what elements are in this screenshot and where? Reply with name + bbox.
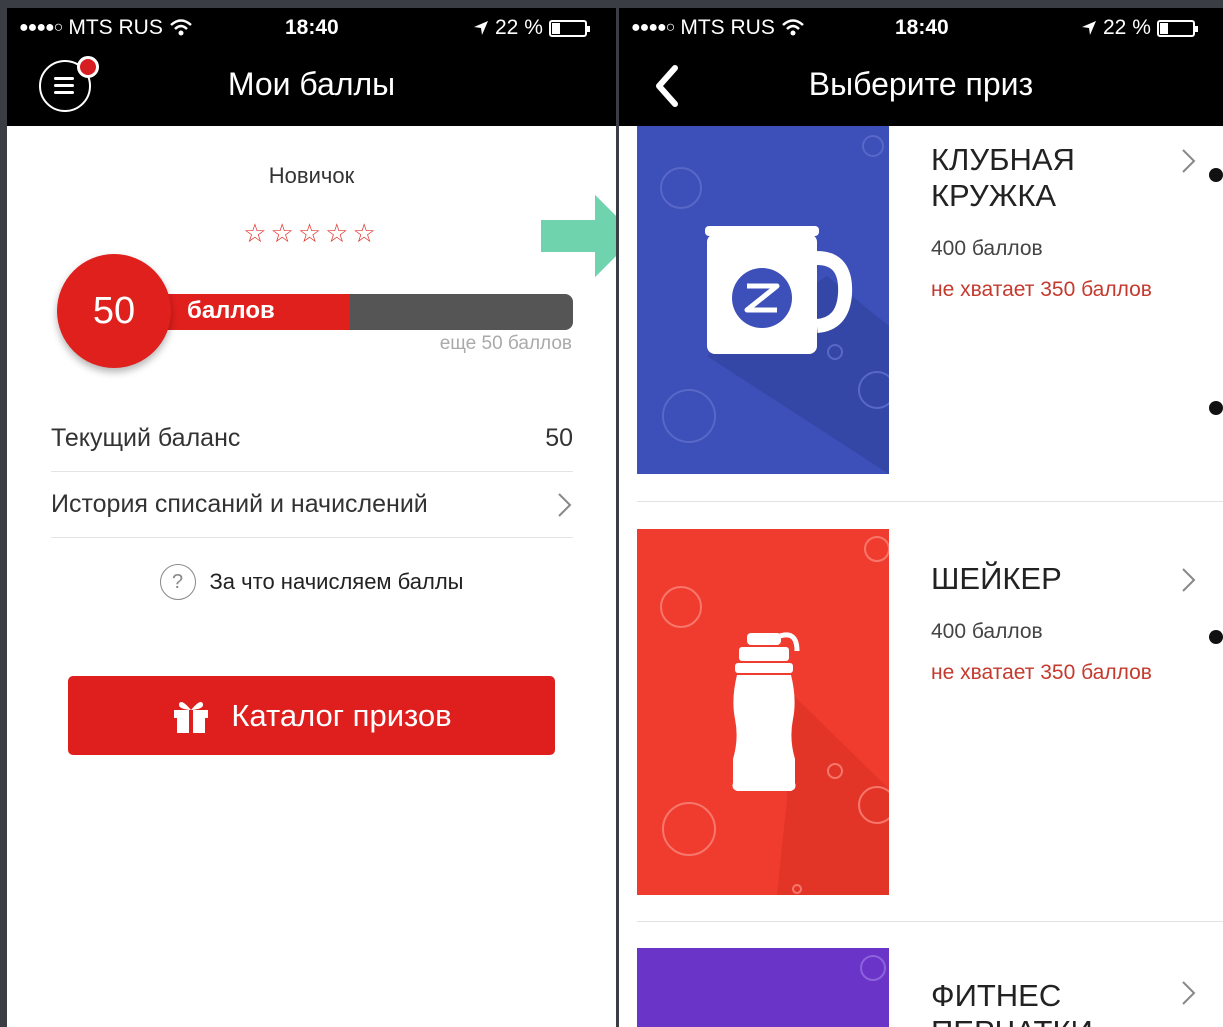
prize-cost: 400 баллов xyxy=(931,620,1043,643)
signal-icon: ●●●●○ xyxy=(631,19,675,36)
points-progress-bar: баллов xyxy=(127,294,573,330)
wifi-icon xyxy=(781,19,804,36)
status-time: 18:40 xyxy=(895,16,949,39)
question-icon: ? xyxy=(159,564,196,600)
prize-name-line1: ФИТНЕС xyxy=(931,978,1062,1013)
arrow-right-icon xyxy=(537,186,616,286)
history-label: История списаний и начислений xyxy=(51,490,428,518)
prize-name: ШЕЙКЕР xyxy=(931,561,1062,597)
prize-missing-points: не хватает 350 баллов xyxy=(931,661,1152,684)
points-info-link[interactable]: ? За что начисляем баллы xyxy=(7,564,616,600)
my-points-screen: ●●●●○ MTS RUS 18:40 22 % Мои баллы Нович… xyxy=(7,8,616,1027)
chevron-right-icon xyxy=(1182,149,1196,173)
prize-name-line1: КЛУБНАЯ xyxy=(931,142,1075,177)
level-stars: ☆☆☆☆☆ xyxy=(243,218,380,248)
nav-bar: Мои баллы xyxy=(7,46,616,126)
divider xyxy=(637,921,1223,922)
carrier-name: MTS RUS xyxy=(680,16,775,39)
page-title: Выберите приз xyxy=(808,66,1034,102)
prize-name-line1: ШЕЙКЕР xyxy=(931,561,1062,596)
prize-image xyxy=(637,948,889,1027)
prize-catalog-button[interactable]: Каталог призов xyxy=(68,676,555,755)
battery-percent: 22 % xyxy=(495,16,543,39)
location-arrow-icon xyxy=(474,21,488,35)
page-dot xyxy=(1209,401,1223,415)
level-name: Новичок xyxy=(268,163,355,188)
bottle-icon xyxy=(637,529,889,895)
battery-percent: 22 % xyxy=(1103,16,1151,39)
balance-label: Текущий баланс xyxy=(51,424,241,452)
prize-missing-points: не хватает 350 баллов xyxy=(931,278,1152,301)
prize-item-gloves[interactable]: ФИТНЕС ПЕРЧАТКИ xyxy=(619,948,1223,1027)
prize-cost: 400 баллов xyxy=(931,237,1043,260)
balance-row: Текущий баланс 50 xyxy=(51,406,573,472)
balance-value: 50 xyxy=(545,424,573,452)
chevron-right-icon xyxy=(1182,568,1196,592)
prize-name: ФИТНЕС ПЕРЧАТКИ xyxy=(931,978,1093,1027)
chevron-right-icon xyxy=(558,493,572,517)
page-dot xyxy=(1209,630,1223,644)
prize-item-shaker[interactable]: ШЕЙКЕР 400 баллов не хватает 350 баллов xyxy=(619,529,1223,895)
gift-icon xyxy=(174,701,209,733)
prize-catalog-label: Каталог призов xyxy=(231,697,452,733)
points-badge: 50 xyxy=(57,254,171,368)
mug-icon xyxy=(637,126,889,474)
location-arrow-icon xyxy=(1082,21,1096,35)
prize-name-line2: ПЕРЧАТКИ xyxy=(931,1014,1093,1027)
page-title: Мои баллы xyxy=(227,66,396,102)
divider xyxy=(637,501,1223,502)
history-row[interactable]: История списаний и начислений xyxy=(51,472,573,538)
signal-icon: ●●●●○ xyxy=(19,19,63,36)
points-info-label: За что начисляем баллы xyxy=(209,569,464,594)
battery-icon xyxy=(548,19,590,37)
status-bar: ●●●●○ MTS RUS 18:40 22 % xyxy=(7,8,616,46)
carrier-name: MTS RUS xyxy=(68,16,163,39)
choose-prize-screen: ●●●●○ MTS RUS 18:40 22 % Выберите приз К… xyxy=(619,8,1223,1027)
wifi-icon xyxy=(169,19,192,36)
chevron-right-icon xyxy=(1182,981,1196,1005)
points-unit-label: баллов xyxy=(187,297,275,324)
nav-bar: Выберите приз xyxy=(619,46,1223,126)
page-dot xyxy=(1209,168,1223,182)
status-bar: ●●●●○ MTS RUS 18:40 22 % xyxy=(619,8,1223,46)
battery-icon xyxy=(1156,19,1198,37)
points-remaining: еще 50 баллов xyxy=(439,333,572,354)
status-time: 18:40 xyxy=(285,16,339,39)
prize-name-line2: КРУЖКА xyxy=(931,178,1057,213)
prize-item-mug[interactable]: КЛУБНАЯ КРУЖКА 400 баллов не хватает 350… xyxy=(619,126,1223,476)
prize-name: КЛУБНАЯ КРУЖКА xyxy=(931,142,1075,214)
